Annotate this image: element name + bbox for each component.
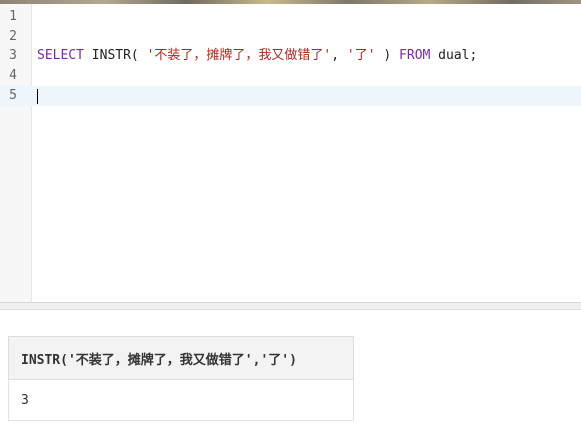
keyword-from: FROM — [399, 48, 431, 63]
editor-line-3[interactable]: 3 SELECT INSTR( '不装了，摊牌了，我又做错了', '了' ) F… — [0, 46, 581, 66]
line-number: 3 — [9, 48, 17, 63]
pane-splitter[interactable] — [0, 302, 581, 310]
keyword-select: SELECT — [37, 48, 84, 63]
results-panel: INSTR('不装了，摊牌了，我又做错了','了') 3 — [0, 310, 581, 436]
table-row[interactable]: 3 — [8, 379, 354, 421]
table-name: dual; — [430, 48, 478, 63]
line-number: 1 — [9, 9, 17, 24]
line-number: 5 — [9, 88, 17, 103]
function-instr: INSTR( — [83, 48, 147, 63]
argument-separator: , — [331, 48, 347, 63]
string-literal-source: '不装了，摊牌了，我又做错了' — [146, 48, 332, 63]
table-header-row: INSTR('不装了，摊牌了，我又做错了','了') — [8, 336, 354, 380]
closing-paren: ) — [375, 48, 400, 63]
line-number: 2 — [9, 29, 17, 44]
string-literal-search: '了' — [346, 48, 376, 63]
sql-statement: SELECT INSTR( '不装了，摊牌了，我又做错了', '了' ) FRO… — [37, 46, 477, 66]
editor-line-2[interactable]: 2 — [0, 27, 581, 47]
editor-line-5-active[interactable]: 5 — [0, 86, 581, 106]
line-number: 4 — [9, 68, 17, 83]
column-header[interactable]: INSTR('不装了，摊牌了，我又做错了','了') — [8, 336, 354, 380]
table-cell[interactable]: 3 — [8, 379, 354, 421]
sql-editor[interactable]: 1 2 3 SELECT INSTR( '不装了，摊牌了，我又做错了', '了'… — [0, 4, 581, 302]
editor-line-4[interactable]: 4 — [0, 66, 581, 86]
text-cursor — [37, 89, 38, 104]
editor-line-1[interactable]: 1 — [0, 7, 581, 27]
result-table: INSTR('不装了，摊牌了，我又做错了','了') 3 — [8, 336, 354, 421]
